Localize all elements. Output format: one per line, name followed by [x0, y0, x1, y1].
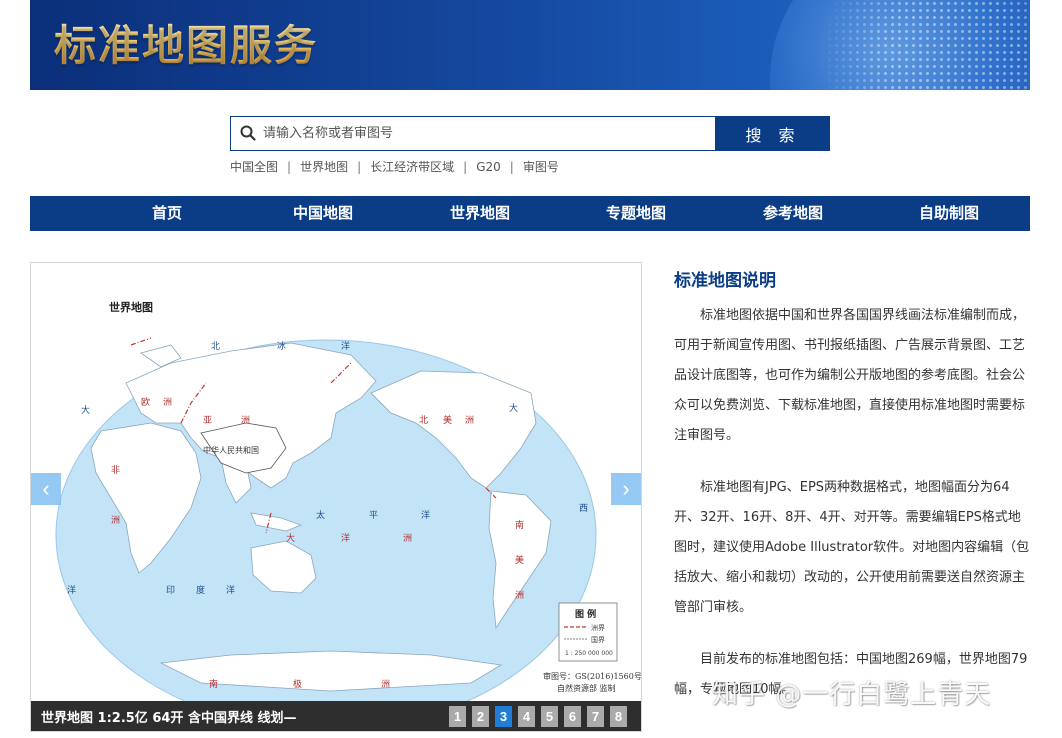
- map-label-europe-1: 欧: [141, 396, 150, 408]
- page-button-2[interactable]: 2: [472, 706, 489, 727]
- map-label-oceania-1: 大: [286, 532, 295, 544]
- map-label-na-3: 洲: [465, 415, 474, 426]
- carousel-prev-button[interactable]: ‹: [31, 473, 61, 505]
- page-button-8[interactable]: 8: [610, 706, 627, 727]
- map-title: 世界地图: [109, 300, 153, 314]
- map-label-na-1: 北: [419, 415, 428, 426]
- nav-home[interactable]: 首页: [152, 196, 182, 231]
- description-paragraph-1: 标准地图依据中国和世界各国国界线画法标准编制而成，可用于新闻宣传用图、书刊报纸插…: [674, 308, 1026, 443]
- map-label-west: 西: [579, 503, 588, 514]
- map-label-atlantic-bottom: 洋: [67, 584, 76, 596]
- page-button-5[interactable]: 5: [541, 706, 558, 727]
- map-label-sa-2: 美: [515, 554, 524, 566]
- map-label-indian-2: 度: [196, 584, 205, 596]
- map-label-europe-2: 洲: [163, 397, 172, 408]
- map-label-asia-1: 亚: [203, 415, 212, 426]
- page-button-6[interactable]: 6: [564, 706, 581, 727]
- map-review-number: 审图号：GS(2016)1560号: [543, 671, 641, 681]
- quick-link-review-no[interactable]: 审图号: [523, 160, 559, 174]
- search-input[interactable]: [263, 117, 711, 150]
- map-label-arctic-3: 洋: [341, 340, 350, 352]
- map-label-pacific-1: 太: [316, 509, 325, 521]
- map-label-oceania-2: 洋: [341, 532, 350, 544]
- separator: |: [509, 160, 514, 174]
- carousel-caption: 世界地图 1:2.5亿 64开 含中国界线 线划—: [41, 711, 297, 726]
- map-label-antarctica-3: 洲: [381, 679, 390, 690]
- separator: |: [357, 160, 362, 174]
- map-label-na-2: 美: [443, 414, 452, 426]
- world-map-image[interactable]: 世界地图 北 冰 洋 大 大 欧 洲 亚 洲 中华人民共和国 非 洲 北 美 洲…: [31, 263, 641, 703]
- map-label-asia-2: 洲: [241, 415, 250, 426]
- map-label-oceania-3: 洲: [403, 533, 412, 544]
- search-button[interactable]: 搜 索: [716, 116, 830, 151]
- map-label-africa-2: 洲: [111, 515, 120, 526]
- nav-world-map[interactable]: 世界地图: [450, 196, 510, 231]
- nav-reference-map[interactable]: 参考地图: [763, 196, 823, 231]
- header-banner: 标准地图服务: [30, 0, 1030, 90]
- map-carousel: 世界地图 北 冰 洋 大 大 欧 洲 亚 洲 中华人民共和国 非 洲 北 美 洲…: [30, 262, 642, 732]
- page-button-4[interactable]: 4: [518, 706, 535, 727]
- continent-boundary: [130, 337, 152, 346]
- map-label-pacific-2: 平: [369, 510, 378, 521]
- quick-link-g20[interactable]: G20: [476, 160, 501, 174]
- watermark: 知乎 @一行白鹭上青天: [712, 680, 992, 710]
- map-label-antarctica-1: 南: [209, 678, 218, 690]
- map-label-indian-3: 洋: [226, 584, 235, 596]
- nav-thematic-map[interactable]: 专题地图: [606, 196, 666, 231]
- legend-scale: 1 : 250 000 000: [565, 650, 613, 657]
- map-label-pacific-3: 洋: [421, 509, 430, 521]
- map-label-atlantic-left: 大: [81, 404, 90, 416]
- map-label-indian-1: 印: [166, 584, 175, 596]
- map-label-atlantic-right: 大: [509, 402, 518, 414]
- legend-title: 图 例: [575, 608, 596, 620]
- map-label-africa-1: 非: [111, 464, 120, 476]
- page-button-3[interactable]: 3: [495, 706, 512, 727]
- quick-link-world[interactable]: 世界地图: [300, 160, 348, 174]
- globe-dots-graphic: [770, 0, 1030, 90]
- search-icon: [240, 125, 256, 141]
- legend-line2: 国界: [591, 636, 605, 644]
- map-credit-org: 自然资源部 监制: [557, 683, 616, 693]
- map-label-sa-3: 洲: [515, 590, 524, 601]
- quick-link-yangtze[interactable]: 长江经济带区域: [370, 160, 454, 174]
- map-label-arctic-2: 冰: [277, 340, 286, 352]
- map-label-china: 中华人民共和国: [203, 445, 259, 455]
- separator: |: [287, 160, 292, 174]
- description-paragraph-2: 标准地图有JPG、EPS两种数据格式，地图幅面分为64开、32开、16开、8开、…: [674, 480, 1030, 615]
- main-nav: 首页 中国地图 世界地图 专题地图 参考地图 自助制图: [30, 196, 1030, 231]
- separator: |: [463, 160, 468, 174]
- search-box: [230, 116, 716, 151]
- map-label-arctic-1: 北: [211, 341, 220, 352]
- nav-china-map[interactable]: 中国地图: [293, 196, 353, 231]
- page-button-1[interactable]: 1: [449, 706, 466, 727]
- map-legend: 图 例 洲界 国界 1 : 250 000 000: [558, 602, 618, 662]
- quick-links: 中国全图 | 世界地图 | 长江经济带区域 | G20 | 审图号: [230, 158, 559, 175]
- carousel-next-button[interactable]: ›: [611, 473, 641, 505]
- site-title: 标准地图服务: [54, 12, 318, 73]
- page-button-7[interactable]: 7: [587, 706, 604, 727]
- quick-link-china[interactable]: 中国全图: [230, 160, 278, 174]
- legend-line1: 洲界: [591, 624, 605, 632]
- carousel-pager: 1 2 3 4 5 6 7 8: [449, 706, 633, 727]
- map-label-sa-1: 南: [515, 519, 524, 531]
- description-title: 标准地图说明: [674, 271, 776, 291]
- nav-self-mapping[interactable]: 自助制图: [919, 196, 979, 231]
- carousel-caption-bar: 世界地图 1:2.5亿 64开 含中国界线 线划— 1 2 3 4 5 6 7 …: [31, 701, 641, 731]
- map-label-antarctica-2: 极: [293, 678, 302, 690]
